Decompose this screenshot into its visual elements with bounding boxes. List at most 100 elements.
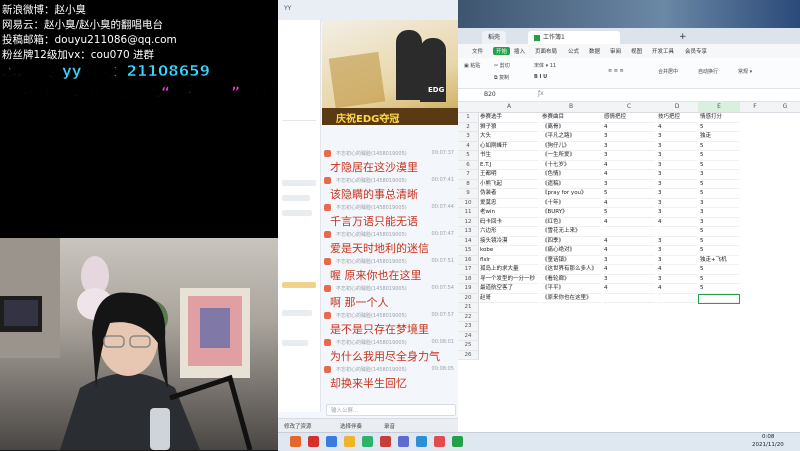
grid-cell[interactable]: flslr [480,256,539,265]
grid-cell[interactable]: 5 [700,265,739,275]
grid-cell[interactable]: 5 [700,227,739,237]
grid-cell[interactable]: 4 [604,284,655,294]
menu-item[interactable]: 视图 [631,47,642,55]
row-header[interactable]: 23 [458,322,479,332]
app-icon-3[interactable] [326,436,337,447]
grid-cell[interactable]: 3 [658,275,697,284]
grid-cell[interactable]: 爱莫忠 [480,199,539,208]
grid-cell[interactable]: 3 [658,161,697,170]
row-header[interactable]: 7 [458,170,479,180]
grid-cell[interactable]: 5 [700,284,739,294]
grid-cell[interactable]: 寻一个发型的一分一秒 [480,275,539,284]
row-header[interactable]: 2 [458,122,479,132]
grid-cell[interactable]: 3 [700,218,739,227]
grid-cell[interactable]: 3 [700,170,739,180]
grid-cell[interactable]: 3 [658,142,697,151]
grid-cell[interactable]: 大头 [480,132,539,142]
paste-button[interactable]: ▣ 粘贴 [464,62,480,69]
column-header[interactable]: E [698,102,741,113]
grid-cell[interactable]: 参赛选手 [480,113,539,123]
row-header[interactable]: 26 [458,350,479,360]
font-name-select[interactable]: 宋体 ▾ 11 [534,62,556,69]
grid-cell[interactable]: 《十年》 [542,199,601,208]
grid-cell[interactable]: 《十七岁》 [542,161,601,170]
grid-cell[interactable]: 3 [658,170,697,180]
grid-cell[interactable]: 3 [658,237,697,246]
chat-username[interactable]: 不忘初心的臻脸(1458019005) [336,285,407,292]
grid-cell[interactable]: 《这世界有那么多人》 [542,265,601,275]
grid-cell[interactable]: 4 [604,246,655,256]
grid-cell[interactable]: 4 [604,265,655,275]
row-header[interactable]: 6 [458,160,479,170]
grid-cell[interactable]: 3 [658,208,697,218]
grid-cell[interactable]: 5 [700,189,739,199]
chat-username[interactable]: 不忘初心的臻脸(1458019005) [336,366,407,373]
grid-corner[interactable] [458,102,479,113]
app-icon-7[interactable] [398,436,409,447]
app-icon-9[interactable] [434,436,445,447]
column-header[interactable]: F [740,102,771,113]
grid-cell[interactable] [658,294,697,303]
column-header[interactable]: G [770,102,800,113]
row-header[interactable]: 20 [458,293,479,303]
grid-cell[interactable]: 4 [604,237,655,246]
menu-item[interactable]: 文件 [472,47,483,55]
record-button[interactable]: 录音 [384,422,395,430]
grid-cell[interactable]: 5 [700,151,739,161]
column-header[interactable]: A [478,102,541,113]
grid-cell[interactable]: 《遗稿》 [542,180,601,189]
row-header[interactable]: 21 [458,303,479,313]
cut-button[interactable]: ✂ 剪切 [494,62,510,69]
app-icon-8[interactable] [416,436,427,447]
chat-username[interactable]: 不忘初心的臻脸(1458019005) [336,258,407,265]
grid-cell[interactable]: 5 [700,123,739,132]
grid-cell[interactable]: 3 [658,199,697,208]
grid-cell[interactable]: 《一生所爱》 [542,151,601,161]
row-header[interactable]: 22 [458,312,479,322]
row-header[interactable]: 14 [458,236,479,246]
tab-workbook1[interactable]: 工作簿1 [528,31,620,44]
sheet-grid[interactable]: A B C D E F G 1 参赛选手 参赛曲目 感情把控 技巧把控 情感打分 2 狮子狼 《离骨》 4 4 5 3… [458,102,800,432]
grid-cell[interactable]: 《色情》 [542,170,601,180]
align-buttons[interactable]: ≡ ≡ ≡ [608,68,624,74]
chat-username[interactable]: 不忘初心的臻脸(1458019005) [336,312,407,319]
row-header[interactable]: 11 [458,208,479,218]
grid-cell[interactable]: 伪装者 [480,189,539,199]
grid-cell[interactable]: 3 [658,180,697,189]
grid-cell[interactable]: 六边形 [480,227,539,237]
app-icon-5[interactable] [362,436,373,447]
app-icon-6[interactable] [380,436,391,447]
grid-cell[interactable]: 《原来你也在这里》 [542,294,601,303]
grid-cell[interactable]: 接头镜冷漠 [480,237,539,246]
grid-cell[interactable]: 3 [658,151,697,161]
app-icon-2[interactable] [308,436,319,447]
copy-button[interactable]: ⧉ 复制 [494,74,509,81]
chat-message-list[interactable]: 不忘初心的臻脸(1458019005) 00:07:37 才隐居在这沙漠里 不忘初心的… [322,150,458,398]
grid-cell[interactable]: 3 [658,189,697,199]
row-header[interactable]: 12 [458,217,479,227]
grid-cell[interactable]: 心如刚峰开 [480,142,539,151]
row-header[interactable]: 4 [458,141,479,151]
grid-cell[interactable]: 4 [604,123,655,132]
grid-cell[interactable]: 5 [700,161,739,170]
row-header[interactable]: 18 [458,274,479,284]
grid-cell[interactable]: 《雪花无上来》 [542,227,601,237]
grid-cell[interactable]: 3 [604,275,655,284]
menu-item[interactable]: 审阅 [610,47,621,55]
row-header[interactable]: 1 [458,113,479,123]
grid-cell[interactable]: 《BURY》 [542,208,601,218]
grid-cell[interactable]: 5 [604,208,655,218]
grid-cell[interactable]: 3 [604,132,655,142]
column-header[interactable]: C [602,102,657,113]
chat-username[interactable]: 不忘初心的臻脸(1458019005) [336,204,407,211]
row-header[interactable]: 17 [458,265,479,275]
grid-cell[interactable]: 4 [604,218,655,227]
grid-cell[interactable]: 赵哥 [480,294,539,303]
grid-cell[interactable]: 孤岛上的求大量 [480,265,539,275]
grid-cell[interactable]: 4 [604,170,655,180]
grid-cell[interactable]: 老win [480,208,539,218]
grid-cell[interactable]: 《离骨》 [542,123,601,132]
grid-cell[interactable]: 3 [604,180,655,189]
grid-cell[interactable]: 情感打分 [700,113,739,123]
menu-item[interactable]: 插入 [514,47,525,55]
